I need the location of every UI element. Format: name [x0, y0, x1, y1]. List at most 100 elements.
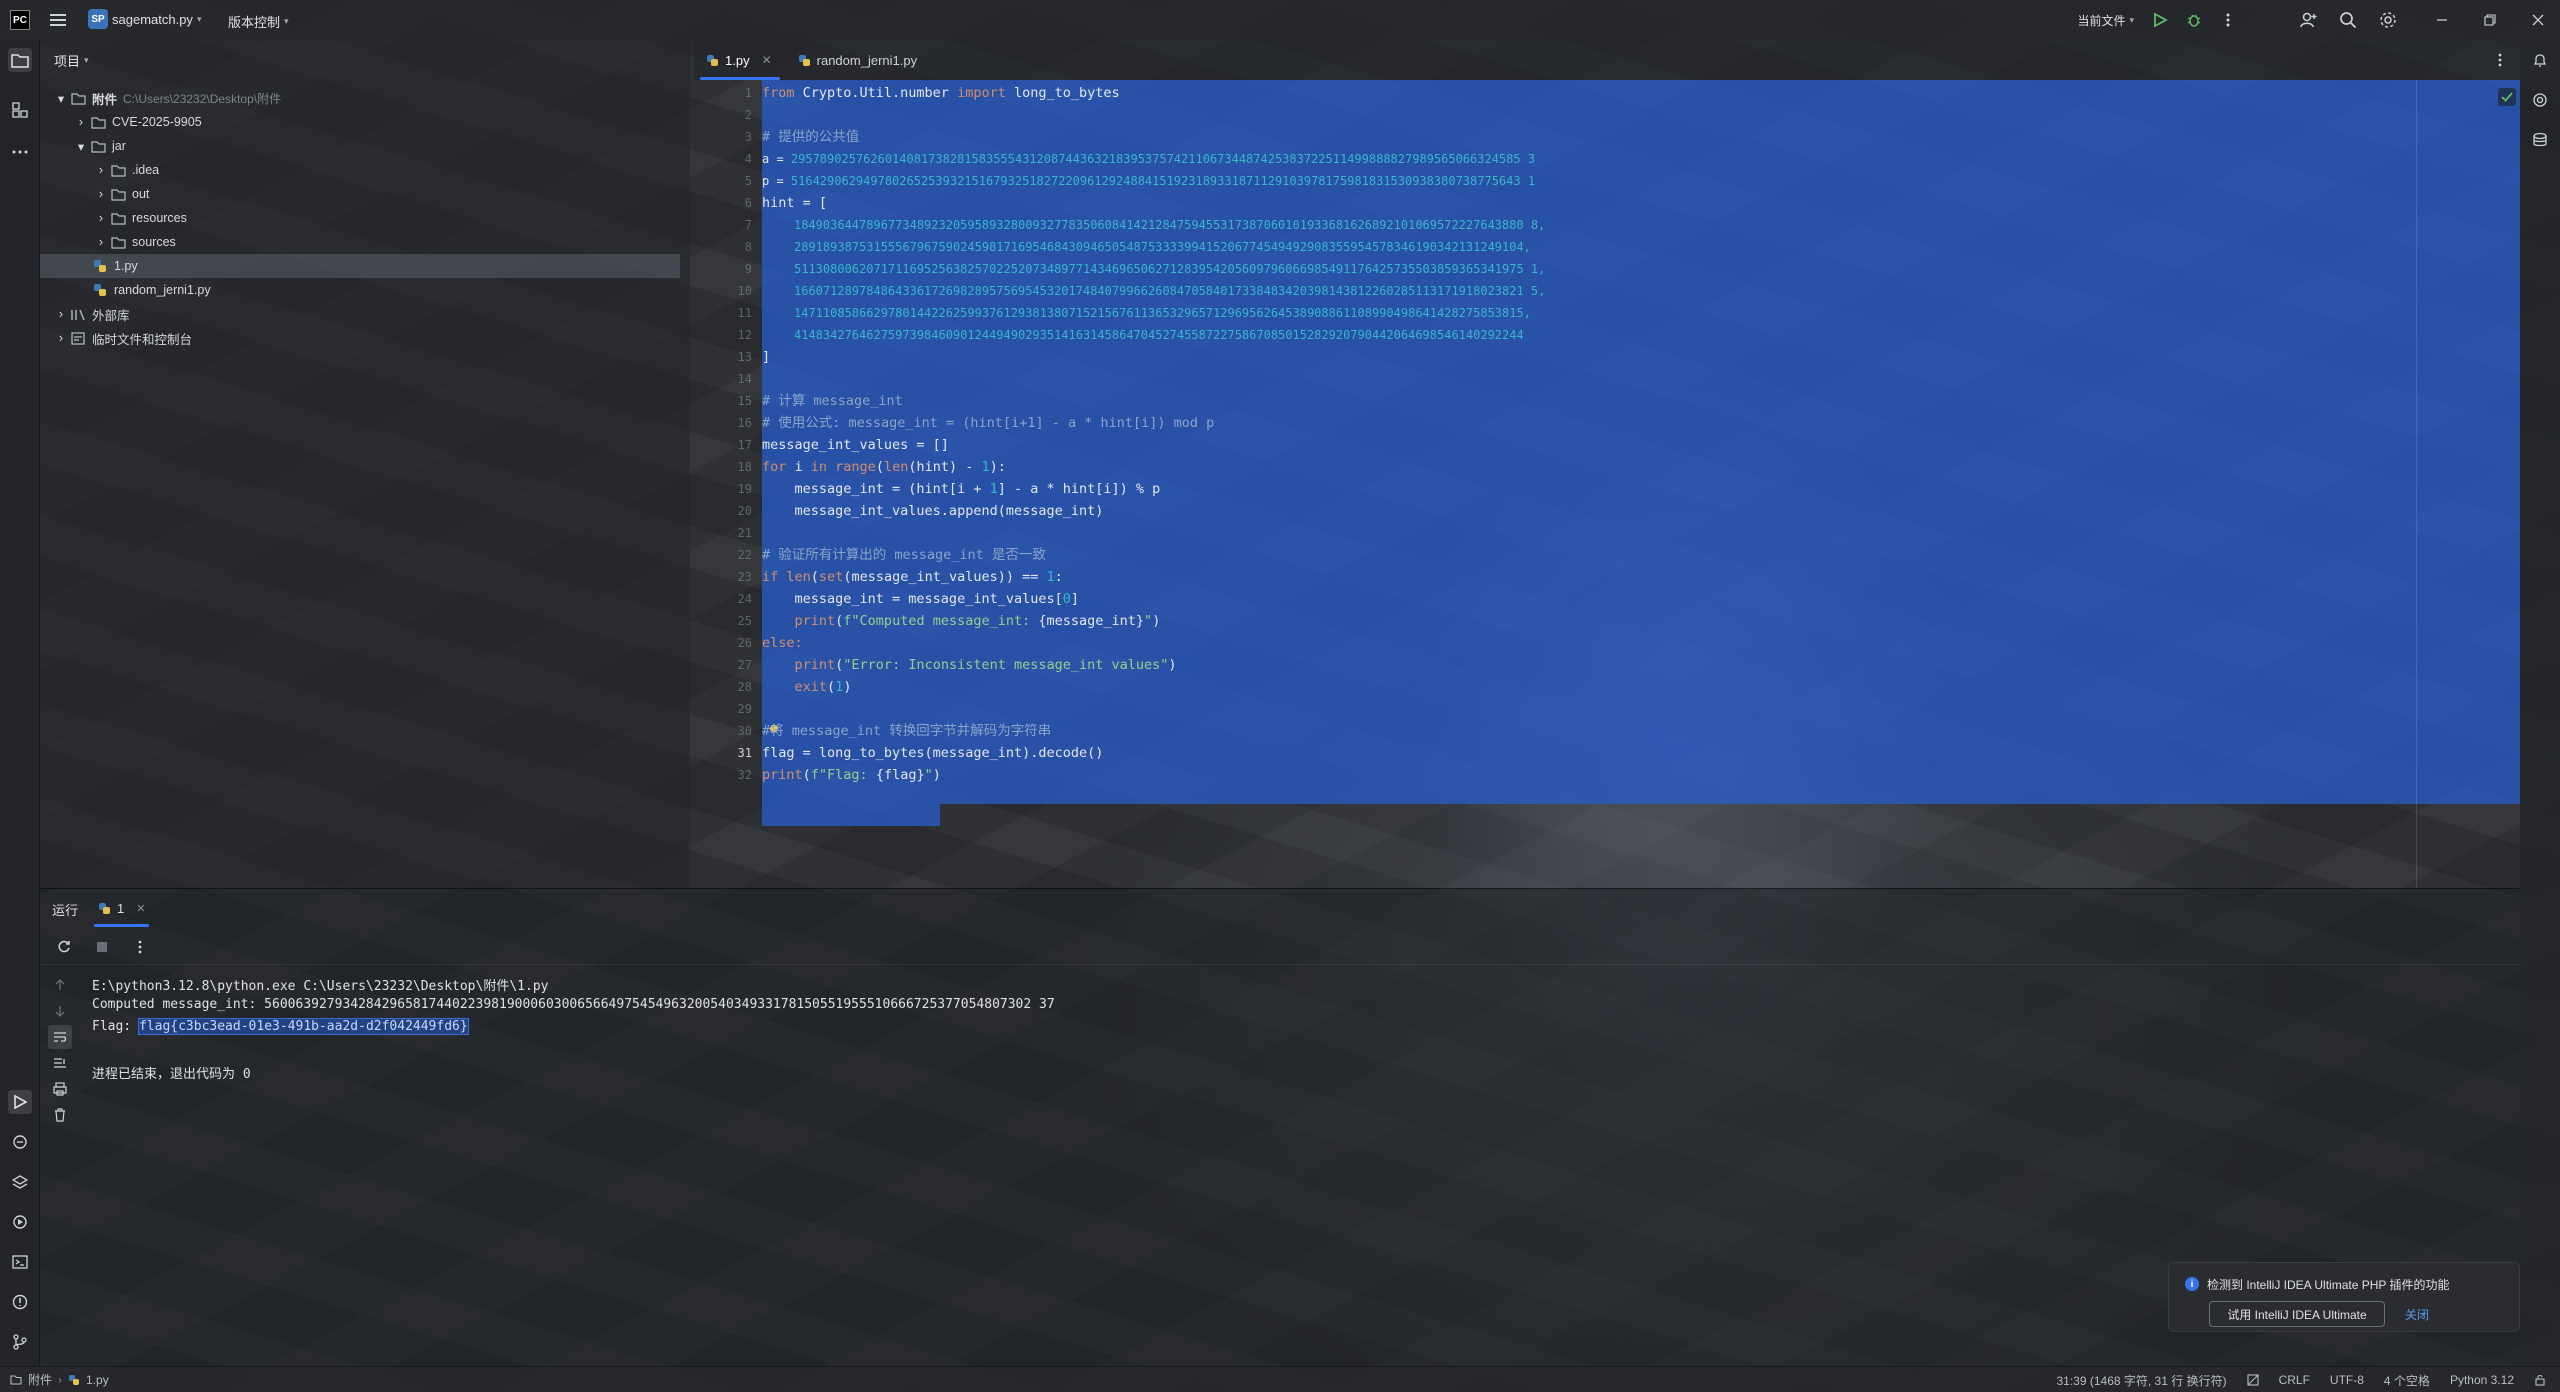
- readonly-toggle-icon[interactable]: [2247, 1374, 2259, 1386]
- trash-icon[interactable]: [48, 1103, 72, 1127]
- services-icon[interactable]: [8, 1210, 32, 1234]
- line-number: 13: [737, 350, 752, 364]
- tree-item-scratches[interactable]: › 临时文件和控制台: [40, 326, 680, 350]
- tree-item-idea-folder[interactable]: › .idea: [40, 158, 680, 182]
- chevron-down-icon: ▾: [77, 139, 85, 154]
- flag-prefix: Flag:: [92, 1019, 139, 1034]
- git-branch-icon[interactable]: [8, 1330, 32, 1354]
- notifications-bell-icon[interactable]: [2528, 48, 2552, 72]
- terminal-icon[interactable]: [8, 1250, 32, 1274]
- lock-icon[interactable]: [2534, 1374, 2546, 1386]
- project-badge: SP: [88, 9, 108, 29]
- layers-icon[interactable]: [8, 1170, 32, 1194]
- tree-item-random-jerni1[interactable]: random_jerni1.py: [40, 278, 680, 302]
- run-tool-icon[interactable]: [8, 1090, 32, 1114]
- run-config-selector[interactable]: 当前文件 ▾: [2077, 12, 2134, 29]
- breadcrumb-item[interactable]: 附件: [28, 1371, 52, 1388]
- soft-wrap-icon[interactable]: [48, 1025, 72, 1049]
- debug-icon[interactable]: [2182, 8, 2206, 32]
- add-user-icon[interactable]: [2296, 8, 2320, 32]
- folder-icon: [110, 234, 126, 250]
- tree-item-external-libs[interactable]: › 外部库: [40, 302, 680, 326]
- structure-icon[interactable]: [8, 98, 32, 122]
- indent-setting[interactable]: 4 个空格: [2384, 1372, 2430, 1389]
- info-icon: i: [2185, 1277, 2199, 1291]
- line-number: 7: [744, 218, 752, 232]
- tab-1py[interactable]: 1.py ✕: [694, 40, 786, 80]
- tree-item-label: sources: [132, 235, 176, 249]
- database-icon[interactable]: [2528, 128, 2552, 152]
- line-number: 21: [737, 526, 752, 540]
- minimize-icon[interactable]: [2430, 8, 2454, 32]
- project-name: sagematch.py: [112, 11, 193, 27]
- line-number: 11: [737, 306, 752, 320]
- run-tab[interactable]: 1 ✕: [94, 901, 150, 927]
- vcs-menu[interactable]: 版本控制 ▾: [228, 12, 289, 31]
- tree-item-jar-folder[interactable]: ▾ jar: [40, 134, 680, 158]
- flag-value[interactable]: flag{c3bc3ead-01e3-491b-aa2d-d2f042449fd…: [137, 1018, 469, 1035]
- more-actions-icon[interactable]: [2216, 8, 2240, 32]
- code-line-current: flag = long_to_bytes(message_int).decode…: [762, 745, 1104, 761]
- tree-item-1py[interactable]: 1.py: [40, 254, 680, 278]
- try-ultimate-button[interactable]: 试用 IntelliJ IDEA Ultimate: [2209, 1301, 2385, 1327]
- tree-item-root-folder[interactable]: ▾ 附件 C:\Users\23232\Desktop\附件: [40, 86, 680, 110]
- run-side-toolbar: [40, 965, 80, 1365]
- project-folder-icon[interactable]: [8, 48, 32, 72]
- tree-item-resources-folder[interactable]: › resources: [40, 206, 680, 230]
- tree-item-path: C:\Users\23232\Desktop\附件: [123, 91, 282, 106]
- line-number: 20: [737, 504, 752, 518]
- cursor-position[interactable]: 31:39 (1468 字符, 31 行 换行符): [2057, 1372, 2227, 1389]
- tab-random-jerni1[interactable]: random_jerni1.py: [786, 40, 931, 80]
- line-number: 30: [737, 724, 752, 738]
- breadcrumb-item[interactable]: 1.py: [86, 1373, 109, 1387]
- close-tab-icon[interactable]: ✕: [136, 902, 145, 915]
- restore-icon[interactable]: [2478, 8, 2502, 32]
- more-actions-icon[interactable]: [128, 935, 152, 959]
- file-encoding[interactable]: UTF-8: [2330, 1373, 2364, 1387]
- line-number: 17: [737, 438, 752, 452]
- more-tools-icon[interactable]: [8, 140, 32, 164]
- folder-icon: [110, 210, 126, 226]
- code-line: 4148342764627597398460901244949029351416…: [794, 328, 1524, 342]
- tree-item-out-folder[interactable]: › out: [40, 182, 680, 206]
- project-switcher[interactable]: SP sagematch.py ▾: [88, 9, 201, 29]
- problems-icon[interactable]: [8, 1290, 32, 1314]
- close-window-icon[interactable]: [2526, 8, 2550, 32]
- run-tool-window: 运行 1 ✕ E:\python3.12.8\python.exe C:\Use…: [40, 888, 2520, 1366]
- chevron-right-icon: ›: [98, 211, 104, 225]
- run-icon[interactable]: [2148, 8, 2172, 32]
- python-interpreter[interactable]: Python 3.12: [2450, 1373, 2514, 1387]
- scroll-down-icon[interactable]: [48, 999, 72, 1023]
- console-computed-line: Computed message_int: 560063927934284296…: [92, 997, 1055, 1012]
- rerun-icon[interactable]: [52, 935, 76, 959]
- code-line: message_int_values = []: [762, 437, 949, 453]
- project-panel-header[interactable]: 项目 ▾: [40, 40, 690, 80]
- python-console-icon[interactable]: [8, 1130, 32, 1154]
- code-line: 1660712897848643361726982895756954532017…: [794, 284, 1546, 298]
- main-menu-icon[interactable]: [46, 8, 70, 32]
- code-line: 1849036447896773489232059589328009327783…: [794, 218, 1546, 232]
- line-separator[interactable]: CRLF: [2279, 1373, 2310, 1387]
- scroll-to-end-icon[interactable]: [48, 1051, 72, 1075]
- chevron-down-icon: ▾: [196, 13, 202, 24]
- notification-close-link[interactable]: 关闭: [2405, 1306, 2429, 1323]
- print-icon[interactable]: [48, 1077, 72, 1101]
- no-problems-check-icon[interactable]: [2498, 88, 2516, 106]
- breadcrumb: 附件 › 1.py: [10, 1371, 109, 1388]
- run-panel-title: 运行: [52, 902, 79, 918]
- close-tab-icon[interactable]: ✕: [762, 53, 772, 67]
- tree-item-cve-folder[interactable]: › CVE-2025-9905: [40, 110, 680, 134]
- chevron-down-icon: ▾: [2129, 14, 2134, 25]
- line-number: 4: [744, 152, 752, 166]
- stop-icon[interactable]: [90, 935, 114, 959]
- editor-more-icon[interactable]: [2488, 48, 2512, 72]
- scratches-icon: [70, 330, 86, 346]
- tree-item-sources-folder[interactable]: › sources: [40, 230, 680, 254]
- search-icon[interactable]: [2336, 8, 2360, 32]
- line-number: 19: [737, 482, 752, 496]
- scroll-up-icon[interactable]: [48, 973, 72, 997]
- ai-assistant-icon[interactable]: [2528, 88, 2552, 112]
- settings-gear-icon[interactable]: [2376, 8, 2400, 32]
- line-number: 25: [737, 614, 752, 628]
- folder-icon: [110, 186, 126, 202]
